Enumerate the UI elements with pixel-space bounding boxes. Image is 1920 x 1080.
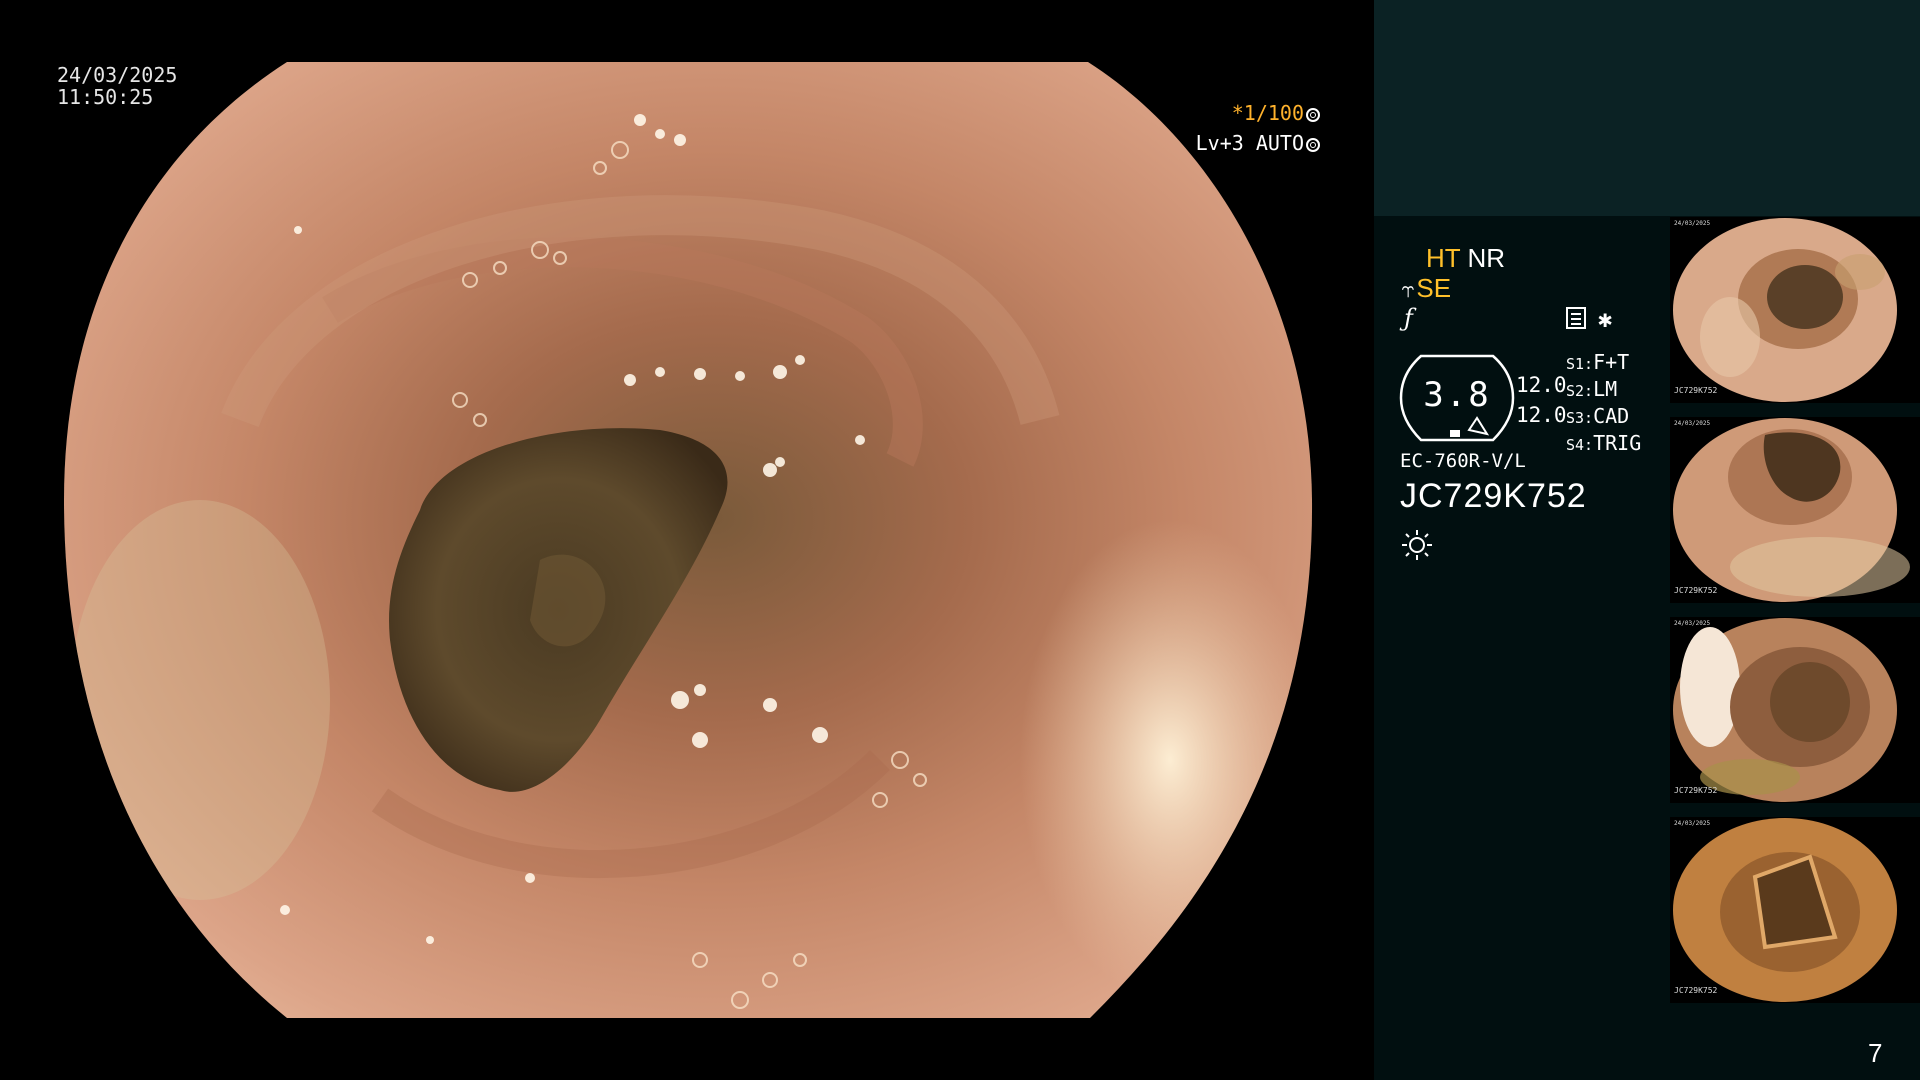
se-label: SE bbox=[1416, 273, 1452, 303]
switch-key: S1: bbox=[1566, 355, 1594, 373]
star-icon: ✱ bbox=[1598, 305, 1613, 333]
thumbnail-date: 24/03/2025 bbox=[1674, 220, 1711, 227]
switch-key: S2: bbox=[1566, 382, 1594, 400]
thumbnail-label: JC729K752 bbox=[1674, 786, 1718, 795]
capture-thumbnail[interactable]: 24/03/2025 JC729K752 bbox=[1670, 817, 1920, 1003]
nr-label: NR bbox=[1467, 243, 1505, 273]
readout-value-2: 12.0 bbox=[1516, 403, 1567, 427]
page-number: 7 bbox=[1868, 1038, 1883, 1068]
date-time-readout: 24/03/2025 11:50:25 bbox=[57, 64, 177, 108]
scope-serial: JC729K752 bbox=[1400, 477, 1587, 515]
colon-lumen-image bbox=[64, 62, 1313, 1018]
capture-thumbnail[interactable]: 24/03/2025 JC729K752 bbox=[1670, 617, 1920, 803]
switch-value: F+T bbox=[1593, 350, 1630, 374]
light-source-icon bbox=[1402, 530, 1432, 560]
freeze-icon: ƒ bbox=[1404, 304, 1413, 332]
thumbnail-label: JC729K752 bbox=[1674, 986, 1718, 995]
readout-values: 12.0 12.0 bbox=[1516, 370, 1567, 430]
thumbnail-date: 24/03/2025 bbox=[1674, 420, 1711, 427]
ring-icon bbox=[1306, 138, 1320, 152]
switch-key: S4: bbox=[1566, 436, 1594, 454]
shutter-speed: *1/100 bbox=[1231, 101, 1304, 125]
switch-value: LM bbox=[1593, 377, 1618, 401]
endoscope-main-view: 24/03/2025 11:50:25 *1/100 Lv+3 AUTO bbox=[0, 0, 1374, 1080]
enhance-icon: ⥾ bbox=[1402, 277, 1415, 302]
memo-icon bbox=[1566, 307, 1586, 329]
capture-time: 11:50:25 bbox=[57, 85, 154, 109]
panel-header-area bbox=[1374, 0, 1920, 216]
thumbnail-label: JC729K752 bbox=[1674, 586, 1718, 595]
switch-key: S3: bbox=[1566, 409, 1594, 427]
switch-assignments: S1:F+T S2:LM S3:CAD S4:TRIG bbox=[1566, 350, 1641, 458]
zoom-value: 3.8 bbox=[1423, 375, 1491, 415]
exposure-readout: *1/100 Lv+3 AUTO bbox=[1180, 98, 1320, 158]
switch-value: TRIG bbox=[1593, 431, 1642, 455]
level-setting: Lv+3 AUTO bbox=[1195, 131, 1304, 155]
thumbnail-date: 24/03/2025 bbox=[1674, 820, 1711, 827]
capture-date: 24/03/2025 bbox=[57, 63, 178, 87]
aperture-icon bbox=[1306, 108, 1320, 122]
switch-value: CAD bbox=[1593, 404, 1630, 428]
ht-label: HT bbox=[1426, 243, 1461, 273]
thumbnail-date: 24/03/2025 bbox=[1674, 620, 1711, 627]
scope-model: EC-760R-V/L bbox=[1400, 450, 1526, 472]
capture-thumbnail[interactable]: 24/03/2025 JC729K752 bbox=[1670, 417, 1920, 603]
enhancement-mode: HT NR bbox=[1426, 244, 1505, 272]
readout-value-1: 12.0 bbox=[1516, 373, 1567, 397]
structure-enhancement: ⥾SE bbox=[1402, 274, 1451, 304]
capture-thumbnail[interactable]: 24/03/2025 JC729K752 bbox=[1670, 217, 1920, 403]
thumbnail-label: JC729K752 bbox=[1674, 386, 1718, 395]
